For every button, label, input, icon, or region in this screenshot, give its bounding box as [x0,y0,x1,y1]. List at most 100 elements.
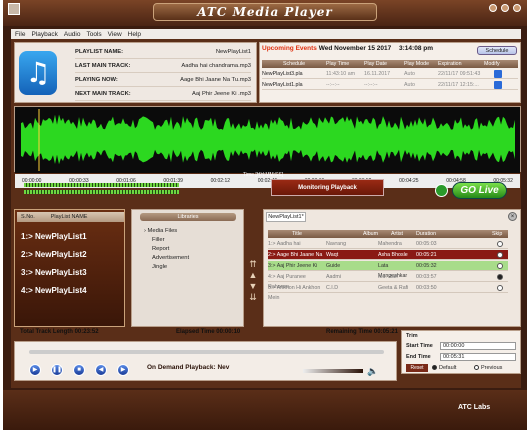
start-time-field[interactable]: 00:00:00 [440,342,516,350]
waveform-panel[interactable]: 00:00:00 00:00:33 00:01:06 00:01:39 00:02:12… [14,106,521,188]
trim-title: Trim [406,333,418,339]
playlist-item[interactable]: 1:> NewPlayList1 [21,232,87,241]
library-panel: Libraries › Media Files Filler Report Ad… [131,209,244,327]
seek-bar[interactable] [29,350,384,354]
library-item[interactable]: › Media Files [144,228,177,234]
next-icon[interactable]: ▶ [117,364,129,376]
track-row[interactable]: 1:> Aadha hai chandramaNavrangMahendra K… [268,239,508,257]
trim-panel: Trim Start Time 00:00:00 End Time 00:05:… [401,330,521,374]
info-label: LAST MAIN TRACK: [75,63,131,69]
move-arrows: ⇈ ▲ ▼ ⇊ [247,259,259,303]
waveform [15,107,520,173]
schedule-panel: Upcoming Events Wed November 15 2017 3:1… [259,42,521,103]
volume-slider[interactable] [303,369,363,373]
library-item[interactable]: Report [152,246,169,252]
level-meter-left [24,183,179,187]
library-item[interactable]: Filler [152,237,165,243]
track-row[interactable]: 4:> Aaj Puranee Rahonse Aadmi Md. Rafi 00:0… [268,272,508,290]
schedule-header: Schedule Play Time Play Date Play Mode E… [262,60,518,68]
window-title: ATC Media Player [153,3,377,21]
playlist-item[interactable]: 3:> NewPlayList3 [21,268,87,277]
music-note-icon: ♫ [19,51,57,95]
total-track-length: Total Track Length 00:23:52 [20,329,99,335]
col-header: Artist [390,231,404,237]
skip-radio[interactable] [497,274,503,280]
col-header: Modify [484,61,500,67]
maximize-button[interactable] [501,4,509,12]
close-icon[interactable]: × [508,212,517,221]
menu-audio[interactable]: Audio [64,31,81,38]
info-label: PLAYING NOW: [75,77,118,83]
edit-icon[interactable] [494,70,502,78]
track-header: Title Album Artist Duration Skip [268,230,508,238]
playback-mode: On Demand Playback: Nev [147,364,230,371]
reset-button[interactable]: Reset [406,364,428,372]
schedule-row[interactable]: NewPlayList1.pla --:--:-- --:--:-- Auto 22/1… [262,80,518,90]
menu-view[interactable]: View [108,31,122,38]
speaker-icon[interactable]: 🔈 [367,366,378,377]
remaining-time: Remaining Time 00:05:21 [326,329,398,335]
app-icon [8,3,20,15]
monitoring-playback-button[interactable]: Monitoring Playback [271,179,384,196]
info-value: Aaj Phir Jeene Ki .mp3 [192,91,251,97]
minimize-button[interactable] [489,4,497,12]
close-button[interactable] [513,4,521,12]
previous-icon[interactable]: ◀ [95,364,107,376]
col-header: PlayList NAME [50,214,88,220]
col-header: S.No. [21,214,35,220]
info-value: Aadha hai chandrama.mp3 [181,63,251,69]
menu-help[interactable]: Help [128,31,141,38]
previous-radio[interactable]: Previous [474,364,502,372]
current-time: 3:14:08 pm [399,45,433,52]
skip-radio[interactable] [497,241,503,247]
menu-file[interactable]: File [15,31,25,38]
track-row[interactable]: 3:> Aaj Phir Jeene Ki Guide Lata Mangeshka… [268,261,508,279]
upcoming-label: Upcoming Events [262,45,317,52]
col-header: Play Mode [404,61,430,67]
info-value: Aage Bhi Jaane Na Tu.mp3 [180,77,251,83]
schedule-button[interactable]: Schedule [477,46,517,55]
current-date: Wed November 15 2017 [318,45,392,52]
col-header: Album [362,231,378,237]
edit-icon[interactable] [494,81,502,89]
schedule-row[interactable]: NewPlayList3.pla 11:43:10 am 16.11.2017 Aut… [262,69,518,79]
footer [3,390,527,430]
elapsed-time: Elapsed Time 00:00:10 [176,329,241,335]
stop-icon[interactable]: ■ [73,364,85,376]
start-time-label: Start Time [406,343,433,349]
end-time-field[interactable]: 00:05:31 [440,353,516,361]
tab-newplaylist1[interactable]: NewPlayList1* [266,212,306,222]
skip-radio[interactable] [497,252,503,258]
playlist-item[interactable]: 4:> NewPlayList4 [21,286,87,295]
move-up-icon[interactable]: ▲ [247,270,259,281]
track-row[interactable]: 2:> Aage Bhi Jaane Na TuWaqtAsha Bhosle0… [268,250,508,268]
info-label: PLAYLIST NAME: [75,49,124,55]
level-meter-right [24,190,179,194]
col-header: Expiration [438,61,462,67]
atc-labs-logo: ATC Labs [458,404,491,411]
play-icon[interactable]: ▶ [29,364,41,376]
move-bottom-icon[interactable]: ⇊ [247,292,259,303]
library-item[interactable]: Jingle [152,264,167,270]
playlist-item[interactable]: 2:> NewPlayList2 [21,250,87,259]
skip-radio[interactable] [497,263,503,269]
col-header: Title [292,231,302,237]
move-top-icon[interactable]: ⇈ [247,259,259,270]
library-item[interactable]: Advertisement [152,255,189,261]
playback-controls: ▶ ❚❚ ■ ◀ ▶ On Demand Playback: Nev 🔈 [14,341,397,381]
info-value: NewPlayList1 [215,49,251,55]
menu-playback[interactable]: Playback [31,31,57,38]
track-table-panel: NewPlayList1* × Title Album Artist Duration… [263,209,521,327]
go-live-button[interactable]: GO Live [452,182,507,199]
menu-tools[interactable]: Tools [86,31,101,38]
track-row[interactable]: 5:> Ankhon Hi Ankhon Mein C.I.D Geeta & Ra… [268,283,508,301]
col-header: Schedule [282,61,306,67]
skip-radio[interactable] [497,285,503,291]
title-bar: ATC Media Player [3,0,527,26]
col-header: Skip [492,231,503,237]
move-down-icon[interactable]: ▼ [247,281,259,292]
pause-icon[interactable]: ❚❚ [51,364,63,376]
library-title: Libraries [140,213,236,221]
now-playing-panel: ♫ PLAYLIST NAME: NewPlayList1 LAST MAIN T… [14,42,257,103]
default-radio[interactable]: Default [432,364,456,372]
